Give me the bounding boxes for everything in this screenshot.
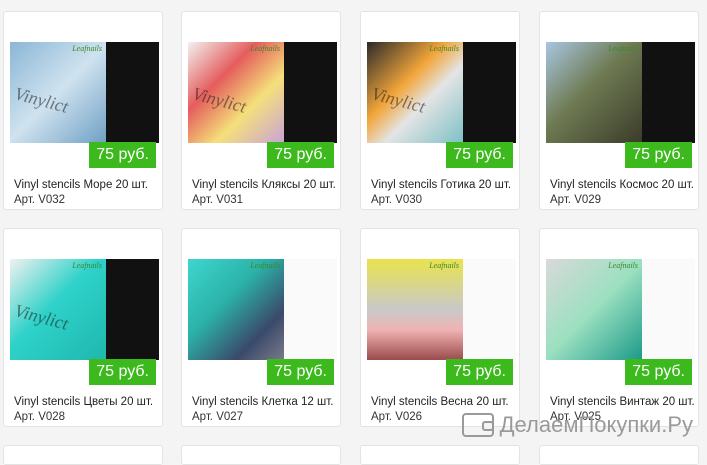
price-badge: 75 руб. (446, 142, 513, 168)
product-title[interactable]: Vinyl stencils Готика 20 шт. (371, 179, 511, 191)
product-sku: Арт. V030 (371, 194, 423, 206)
stencil-sheet (106, 42, 159, 143)
stencil-sheet (284, 259, 337, 360)
product-card[interactable]: Leafnails 75 руб. Vinyl stencils Весна 2… (360, 228, 520, 427)
product-sku: Арт. V032 (14, 194, 66, 206)
product-card[interactable]: Leafnails Vinylict 75 руб. Vinyl stencil… (3, 228, 163, 427)
brand-logo: Leafnails (250, 261, 280, 270)
product-title[interactable]: Vinyl stencils Цветы 20 шт. (14, 396, 153, 408)
nail-photo (367, 259, 463, 360)
product-image[interactable]: Leafnails Vinylict (10, 42, 159, 143)
product-card[interactable]: Leafnails Vinylict 75 руб. Vinyl stencil… (181, 11, 341, 210)
product-card-partial[interactable] (360, 445, 520, 465)
product-card[interactable]: Leafnails 75 руб. Vinyl stencils Клетка … (181, 228, 341, 427)
price-badge: 75 руб. (625, 142, 692, 168)
price-badge: 75 руб. (89, 359, 156, 385)
brand-logo: Leafnails (250, 44, 280, 53)
stencil-sheet (642, 42, 695, 143)
wallet-icon (461, 413, 494, 437)
brand-logo: Leafnails (608, 44, 638, 53)
product-card[interactable]: Leafnails Vinylict 75 руб. Vinyl stencil… (360, 11, 520, 210)
product-image[interactable]: Leafnails Vinylict (10, 259, 159, 360)
product-title[interactable]: Vinyl stencils Винтаж 20 шт. (550, 396, 695, 408)
product-sku: Арт. V026 (371, 411, 423, 423)
stencil-sheet (463, 42, 516, 143)
stencil-sheet (284, 42, 337, 143)
product-title[interactable]: Vinyl stencils Море 20 шт. (14, 179, 148, 191)
product-sku: Арт. V031 (192, 194, 244, 206)
price-badge: 75 руб. (89, 142, 156, 168)
price-badge: 75 руб. (625, 359, 692, 385)
product-card-partial[interactable] (181, 445, 341, 465)
product-card[interactable]: Leafnails Vinylict 75 руб. Vinyl stencil… (3, 11, 163, 210)
product-title[interactable]: Vinyl stencils Клетка 12 шт. (192, 396, 333, 408)
brand-logo: Leafnails (429, 44, 459, 53)
stencil-sheet (642, 259, 695, 360)
nail-photo (546, 42, 642, 143)
nail-photo (546, 259, 642, 360)
product-sku: Арт. V027 (192, 411, 244, 423)
nail-photo (188, 259, 284, 360)
price-badge: 75 руб. (446, 359, 513, 385)
product-grid: Leafnails Vinylict 75 руб. Vinyl stencil… (0, 0, 707, 465)
product-sku: Арт. V029 (550, 194, 602, 206)
product-image[interactable]: Leafnails (367, 259, 516, 360)
brand-logo: Leafnails (72, 261, 102, 270)
product-card[interactable]: Leafnails 75 руб. Vinyl stencils Винтаж … (539, 228, 699, 427)
stencil-sheet (463, 259, 516, 360)
product-title[interactable]: Vinyl stencils Весна 20 шт. (371, 396, 509, 408)
product-image[interactable]: Leafnails (546, 42, 695, 143)
product-card-partial[interactable] (3, 445, 163, 465)
product-card-partial[interactable] (539, 445, 699, 465)
product-card[interactable]: Leafnails 75 руб. Vinyl stencils Космос … (539, 11, 699, 210)
brand-logo: Leafnails (429, 261, 459, 270)
product-image[interactable]: Leafnails (188, 259, 337, 360)
product-title[interactable]: Vinyl stencils Космос 20 шт. (550, 179, 694, 191)
price-badge: 75 руб. (267, 359, 334, 385)
price-badge: 75 руб. (267, 142, 334, 168)
brand-logo: Leafnails (608, 261, 638, 270)
site-watermark: ДелаемПокупки.Ру (461, 411, 693, 439)
product-image[interactable]: Leafnails Vinylict (188, 42, 337, 143)
product-image[interactable]: Leafnails Vinylict (367, 42, 516, 143)
product-sku: Арт. V028 (14, 411, 66, 423)
product-title[interactable]: Vinyl stencils Кляксы 20 шт. (192, 179, 336, 191)
brand-logo: Leafnails (72, 44, 102, 53)
product-image[interactable]: Leafnails (546, 259, 695, 360)
stencil-sheet (106, 259, 159, 360)
watermark-text: ДелаемПокупки.Ру (499, 412, 693, 437)
